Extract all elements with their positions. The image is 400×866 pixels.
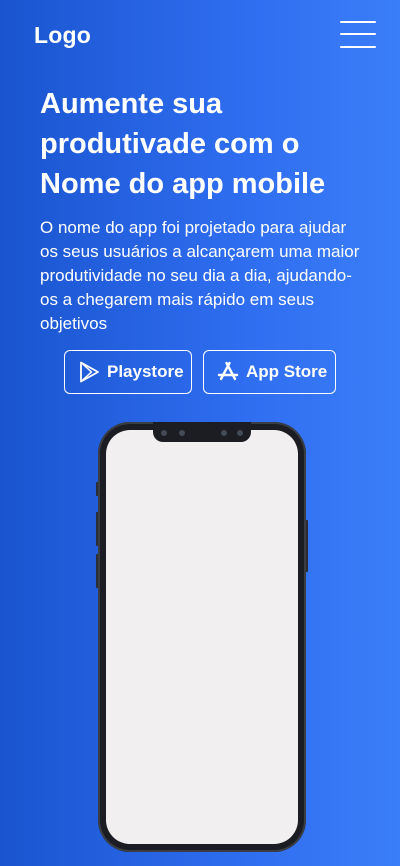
menu-button[interactable] (336, 18, 380, 52)
app-store-icon (216, 360, 240, 384)
sensor-icon (221, 430, 227, 436)
playstore-label: Playstore (107, 362, 184, 381)
phone-frame (98, 422, 306, 852)
header: Logo (0, 0, 400, 72)
phone-screen (106, 430, 298, 844)
landing-page: Logo Aumente sua produtivade com o Nome … (0, 0, 400, 866)
phone-notch (153, 422, 251, 442)
logo[interactable]: Logo (34, 22, 91, 49)
phone-mockup (96, 422, 308, 852)
front-camera-icon (161, 430, 167, 436)
appstore-button[interactable]: App Store (203, 350, 336, 394)
appstore-label: App Store (246, 362, 328, 381)
playstore-button[interactable]: Playstore (64, 350, 192, 394)
hero-headline: Aumente sua produtivade com o Nome do ap… (40, 88, 326, 200)
sensor-icon (179, 430, 185, 436)
play-store-icon (77, 360, 101, 384)
front-camera-icon (237, 430, 243, 436)
hero-description: O nome do app foi projetado para ajudar … (40, 218, 360, 333)
